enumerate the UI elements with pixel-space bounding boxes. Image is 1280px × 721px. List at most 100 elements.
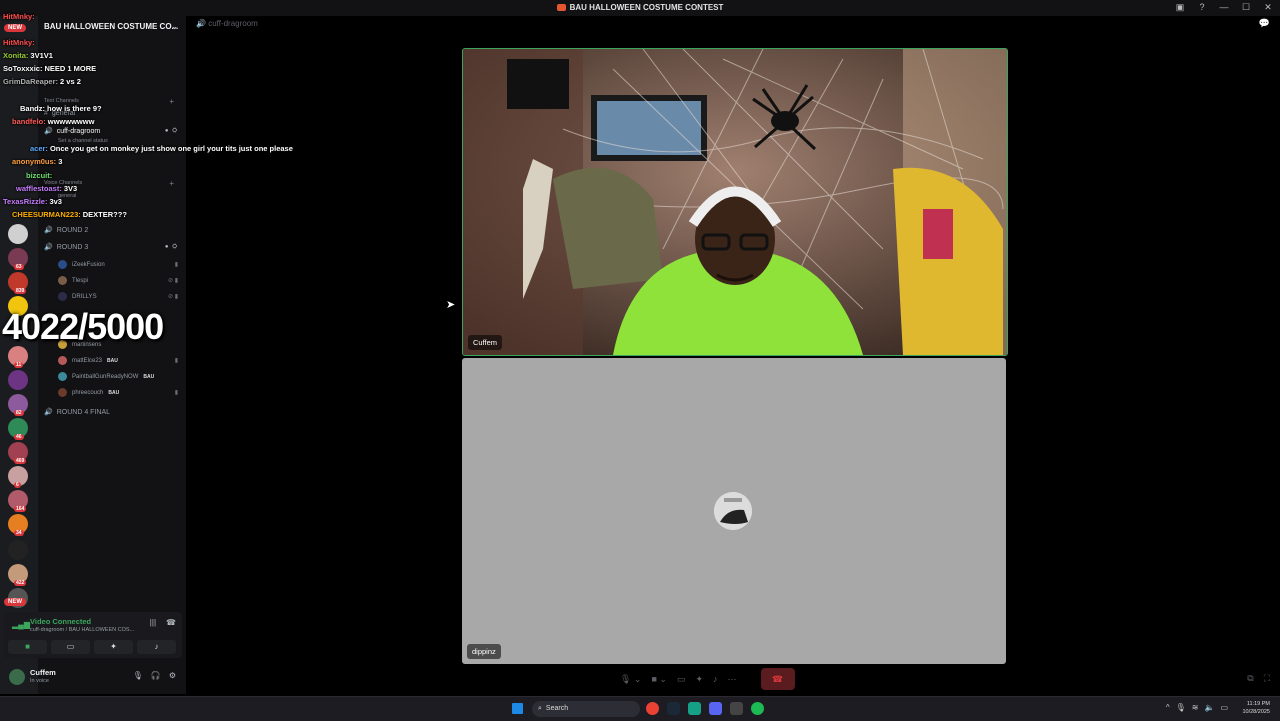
speaker-icon: 🔊 [196,19,209,28]
discord-icon[interactable] [709,702,722,715]
voice-location[interactable]: cuff-dragroom / BAU HALLOWEEN COS... [30,627,134,633]
activities-icon[interactable]: ✦ [695,674,703,685]
chat-user: TexasRizzle: [3,197,48,206]
mic-icon[interactable]: 🎙 [133,671,143,680]
volume-icon[interactable]: 🔈 [1204,703,1214,712]
taskbar-search[interactable]: ⌕ Search [532,701,640,717]
windows-start-icon[interactable] [512,703,523,714]
chat-user: Bandz: [20,104,45,113]
goal-counter: 4022/5000 [2,306,164,347]
mic-tray-icon[interactable]: 🎙 [1176,703,1186,712]
new-badge: NEW [4,598,26,606]
screen-share-icon[interactable]: ▭ [677,674,686,685]
stream-icon: ▮ [174,262,178,268]
screen-share-button[interactable]: ▭ [51,640,90,654]
mouse-cursor-icon: ➤ [446,299,456,311]
soundboard-icon[interactable]: ♪ [713,674,718,684]
steam-icon[interactable] [667,702,680,715]
voice-user-name: PaintballGunReadyNOW [72,373,139,380]
close-button[interactable]: ✕ [1262,2,1274,13]
unread-badge: 82 [14,410,24,416]
clock-date: 10/28/2025 [1242,709,1270,715]
camera-icon[interactable]: ■ ⌄ [651,674,666,685]
chat-message: acer: Once you get on monkey just show on… [30,144,293,153]
app-icon[interactable] [688,702,701,715]
chat-text: 3v3 [49,197,62,206]
unread-badge: 63 [14,264,24,270]
activities-button[interactable]: ✦ [94,640,133,654]
voice-user[interactable]: mattElce23 BAU ▮ [58,356,178,365]
server-icon[interactable] [8,370,28,390]
webcam-feed [463,49,1007,355]
chat-text: Once you get on monkey just show one gir… [49,144,293,153]
chat-toggle-icon[interactable]: 💬 [1259,18,1270,29]
minimize-button[interactable]: — [1218,2,1230,13]
chat-text: NEED 1 MORE [44,64,97,73]
maximize-button[interactable]: ☐ [1240,2,1252,13]
chevron-up-icon[interactable]: ^ [1166,703,1170,712]
speaker-icon: 🔊 [44,244,53,251]
spotify-icon[interactable] [751,702,764,715]
chat-message: bandfelo: wwwwwwww [12,117,94,126]
system-clock[interactable]: 11:19 PM 10/28/2025 [1242,700,1270,716]
noise-suppression-icon[interactable]: ||| [150,618,156,627]
voice-user-name: iZeekFusion [72,261,105,268]
avatar [58,356,67,365]
speaker-icon: 🔊 [44,409,53,416]
chat-user: GrimDaReaper: [3,77,59,86]
user-name[interactable]: Cuffem [30,668,56,677]
voice-user[interactable]: Tlespi ⊘ ▮ [58,276,178,285]
user-status: In voice [30,678,49,684]
help-icon[interactable]: ? [1196,2,1208,13]
gear-icon[interactable]: ⚙ [169,671,176,680]
disconnect-button[interactable]: ☎ [760,668,795,690]
avatar [58,260,67,269]
voice-user-name: Tlespi [72,277,89,284]
chat-user: anonym0us: [12,157,57,166]
chat-message: GrimDaReaper: 2 vs 2 [3,77,81,86]
channel-label: ROUND 3 [56,243,89,251]
voice-user[interactable]: PaintballGunReadyNOW BAU [58,372,178,381]
voice-user[interactable]: DRILLYS ⊘ ▮ [58,292,178,301]
chrome-icon[interactable] [646,702,659,715]
channel-header-text: cuff-dragroom [208,19,258,28]
user-avatar[interactable] [9,669,25,685]
avatar [58,388,67,397]
more-icon[interactable]: ⋯ [728,674,737,685]
channel-round-3[interactable]: 🔊 ROUND 3 ● ⛭ [44,243,178,252]
inbox-icon[interactable]: ▣ [1174,2,1186,13]
wifi-icon[interactable]: ≋ [1192,703,1199,712]
camera-button[interactable]: ■ [8,640,47,654]
mic-icon[interactable]: 🎙 ⌄ [620,674,641,685]
obs-icon[interactable] [730,702,743,715]
headphones-icon[interactable]: 🎧 [151,671,161,680]
battery-icon[interactable]: ▭ [1220,703,1228,712]
avatar [58,292,67,301]
unread-badge: 164 [14,506,27,512]
chat-user: acer: [30,144,48,153]
popout-icon[interactable]: ⧉ [1247,673,1253,684]
voice-user[interactable]: iZeekFusion ▮ [58,260,178,269]
search-icon: ⌕ [538,705,542,712]
muted-icon: ⊘ ▮ [168,294,178,300]
fullscreen-icon[interactable]: ⛶ [1264,673,1270,684]
stream-icon: ▮ [174,358,178,364]
unread-badge: 34 [14,530,24,536]
chat-user: SoToxxxic: [3,64,43,73]
chat-message: anonym0us: 3 [12,157,62,166]
disconnect-icon[interactable]: ☎ [166,618,176,627]
server-icon[interactable] [8,540,28,560]
channel-round-4-final[interactable]: 🔊 ROUND 4 FINAL [44,408,178,417]
voice-connection-panel: ▂▄▆ Video Connected cuff-dragroom / BAU … [4,612,182,658]
bau-tag: BAU [108,389,120,396]
soundboard-button[interactable]: ♪ [137,640,176,654]
unread-badge: 422 [14,580,27,586]
chat-text: 2 vs 2 [60,77,81,86]
voice-user[interactable]: phreecouch BAU ▮ [58,388,178,397]
video-tile[interactable]: dippinz [462,358,1006,664]
avatar [58,276,67,285]
channel-actions[interactable]: ● ⛭ [165,244,178,251]
video-tile[interactable]: Cuffem [462,48,1008,356]
chat-text: 3V3 [63,184,78,193]
chat-text: wwwwwwww [47,117,95,126]
